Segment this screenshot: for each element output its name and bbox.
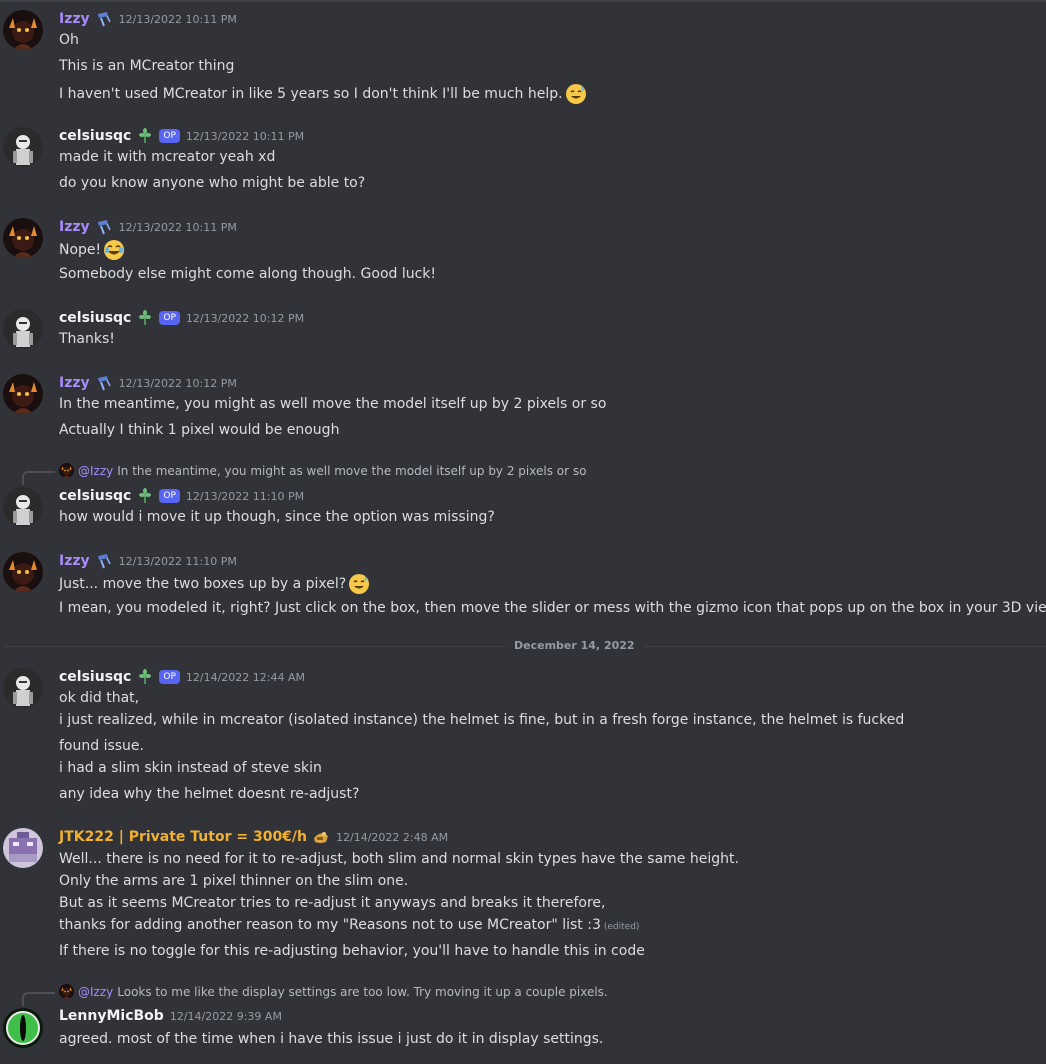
avatar[interactable]: [3, 668, 43, 708]
message-text: Nope!: [59, 242, 102, 258]
op-badge: OP: [159, 129, 180, 143]
message-line: i just realized, while in mcreator (isol…: [59, 712, 905, 728]
avatar[interactable]: [3, 10, 43, 50]
message-line: Well... there is no need for it to re-ad…: [59, 851, 739, 867]
avatar[interactable]: [3, 127, 43, 167]
timestamp[interactable]: 12/14/2022 9:39 AM: [170, 1010, 282, 1023]
sweat-smile-emoji[interactable]: [348, 573, 370, 595]
op-badge: OP: [159, 311, 180, 325]
message-line: how would i move it up though, since the…: [59, 509, 495, 525]
op-badge: OP: [159, 489, 180, 503]
message-text: thanks for adding another reason to my "…: [59, 917, 601, 933]
avatar[interactable]: [3, 374, 43, 414]
message-line: Somebody else might come along though. G…: [59, 266, 437, 282]
username[interactable]: Izzy: [59, 219, 90, 235]
message-line: But as it seems MCreator tries to re-adj…: [59, 895, 606, 911]
message-line: do you know anyone who might be able to?: [59, 175, 366, 191]
message-line: This is an MCreator thing: [59, 58, 235, 74]
avatar[interactable]: [3, 828, 43, 868]
message-line: In the meantime, you might as well move …: [59, 396, 607, 412]
leaf-icon: [136, 487, 154, 505]
timestamp[interactable]: 12/13/2022 11:10 PM: [119, 555, 237, 568]
message-line: Thanks!: [59, 331, 115, 347]
username[interactable]: celsiusqc: [59, 669, 131, 685]
reply-connector: [22, 471, 55, 485]
avatar[interactable]: [3, 218, 43, 258]
message-line-with-emoji: Just... move the two boxes up by a pixel…: [59, 573, 370, 595]
message-line: ok did that,: [59, 690, 140, 706]
message-text: Just... move the two boxes up by a pixel…: [59, 576, 347, 592]
reply-avatar: [59, 984, 74, 999]
username[interactable]: celsiusqc: [59, 488, 131, 504]
leaf-icon: [136, 127, 154, 145]
message-line: If there is no toggle for this re-adjust…: [59, 943, 645, 959]
timestamp[interactable]: 12/13/2022 10:12 PM: [119, 377, 237, 390]
timestamp[interactable]: 12/14/2022 12:44 AM: [186, 671, 305, 684]
message-line: any idea why the helmet doesnt re-adjust…: [59, 786, 360, 802]
message-line: Oh: [59, 32, 79, 48]
reply-preview[interactable]: @Izzy Looks to me like the display setti…: [59, 984, 608, 999]
avatar[interactable]: [3, 487, 43, 527]
sweat-smile-emoji[interactable]: [565, 83, 587, 105]
top-border: [0, 0, 1046, 2]
leaf-icon: [136, 309, 154, 327]
timestamp[interactable]: 12/13/2022 10:11 PM: [119, 13, 237, 26]
reply-text[interactable]: In the meantime, you might as well move …: [117, 464, 586, 478]
op-badge: OP: [159, 670, 180, 684]
date-divider-label: December 14, 2022: [506, 639, 643, 652]
message-line: found issue.: [59, 738, 144, 754]
message-line: i had a slim skin instead of steve skin: [59, 760, 322, 776]
timestamp[interactable]: 12/13/2022 11:10 PM: [186, 490, 304, 503]
role-icon: [95, 374, 113, 392]
reply-preview[interactable]: @Izzy In the meantime, you might as well…: [59, 463, 586, 478]
message-line: agreed. most of the time when i have thi…: [59, 1031, 604, 1047]
message-line: Only the arms are 1 pixel thinner on the…: [59, 873, 409, 889]
username[interactable]: Izzy: [59, 375, 90, 391]
message-line-with-emoji: I haven't used MCreator in like 5 years …: [59, 83, 587, 105]
avatar[interactable]: [3, 309, 43, 349]
message-line: Actually I think 1 pixel would be enough: [59, 422, 340, 438]
username[interactable]: JTK222 | Private Tutor = 300€/h: [59, 829, 307, 845]
message-line-with-emoji: Nope!: [59, 239, 125, 261]
money-bag-icon: [312, 828, 330, 846]
username[interactable]: celsiusqc: [59, 128, 131, 144]
leaf-icon: [136, 668, 154, 686]
message-text: I haven't used MCreator in like 5 years …: [59, 86, 563, 102]
role-icon: [95, 10, 113, 28]
username[interactable]: LennyMicBob: [59, 1008, 164, 1024]
timestamp[interactable]: 12/13/2022 10:11 PM: [186, 130, 304, 143]
reply-mention[interactable]: @Izzy: [78, 464, 113, 478]
message-line: I mean, you modeled it, right? Just clic…: [59, 600, 1046, 616]
username[interactable]: Izzy: [59, 11, 90, 27]
reply-connector: [22, 992, 55, 1006]
edited-label: (edited): [603, 922, 640, 932]
role-icon: [95, 552, 113, 570]
timestamp[interactable]: 12/13/2022 10:11 PM: [119, 221, 237, 234]
joy-emoji[interactable]: [103, 239, 125, 261]
reply-text[interactable]: Looks to me like the display settings ar…: [117, 985, 608, 999]
avatar[interactable]: [3, 552, 43, 592]
role-icon: [95, 218, 113, 236]
reply-mention[interactable]: @Izzy: [78, 985, 113, 999]
timestamp[interactable]: 12/13/2022 10:12 PM: [186, 312, 304, 325]
message-line-edited: thanks for adding another reason to my "…: [59, 916, 639, 936]
reply-avatar: [59, 463, 74, 478]
username[interactable]: celsiusqc: [59, 310, 131, 326]
timestamp[interactable]: 12/14/2022 2:48 AM: [336, 831, 448, 844]
avatar[interactable]: [3, 1008, 43, 1048]
message-line: made it with mcreator yeah xd: [59, 149, 276, 165]
username[interactable]: Izzy: [59, 553, 90, 569]
